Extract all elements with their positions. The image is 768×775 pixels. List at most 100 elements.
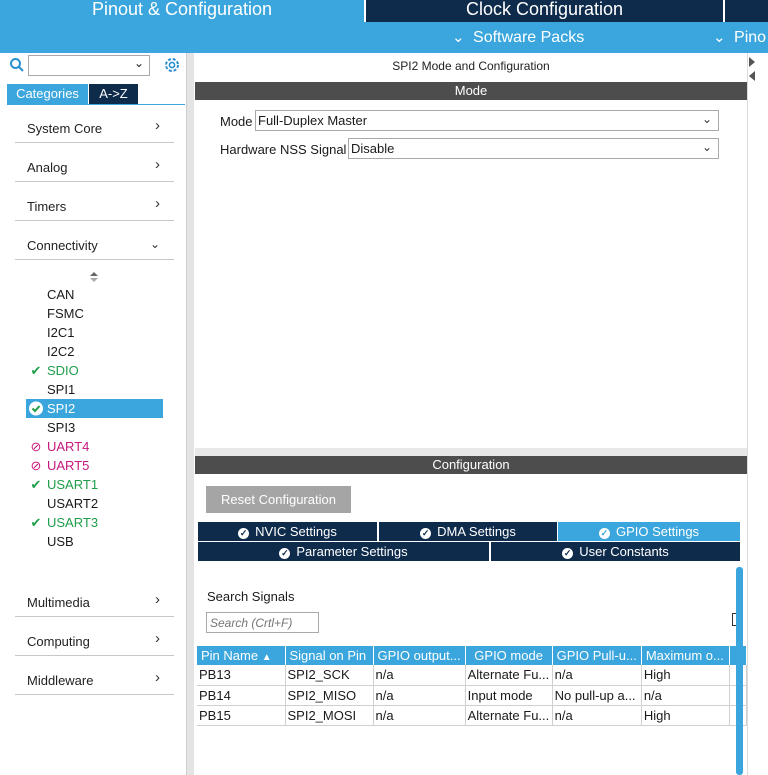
column-header-label: GPIO mode [474,648,543,663]
table-row[interactable]: PB14 SPI2_MISO n/a Input mode No pull-up… [197,685,747,706]
pinout-menu[interactable]: ⌄ Pino [713,22,766,53]
tab-a-to-z-label: A->Z [99,86,128,101]
tab-categories[interactable]: Categories [7,84,88,104]
sidebar-item-can[interactable]: CAN [26,285,163,304]
sidebar-splitter[interactable] [186,53,194,775]
reset-configuration-button[interactable]: Reset Configuration [206,486,351,513]
category-label: Timers [27,199,67,214]
check-circle-icon: ✓ [420,528,432,539]
column-header-gpio-pull[interactable]: GPIO Pull-u... [552,646,642,665]
tab-label: User Constants [579,544,669,559]
sidebar-item-uart4[interactable]: ⊘ UART4 [26,437,163,456]
tab-gpio-settings[interactable]: ✓ GPIO Settings [558,522,741,541]
column-header-signal[interactable]: Signal on Pin [285,646,374,665]
table-cell: High [641,665,730,686]
chevron-down-icon: ⌄ [452,29,465,46]
column-header-gpio-output[interactable]: GPIO output... [373,646,466,665]
sidebar-item-i2c2[interactable]: I2C2 [26,342,163,361]
sidebar-item-label: SDIO [47,363,79,378]
column-header-label: GPIO output... [377,648,461,663]
category-analog[interactable]: Analog › [15,152,174,182]
column-header-label: Maximum o... [645,648,724,663]
check-circle-icon: ✓ [279,548,291,559]
gear-icon[interactable] [163,56,181,74]
category-label: Connectivity [27,238,98,253]
check-icon: ✔ [30,363,42,378]
sidebar-item-sdio[interactable]: ✔ SDIO [26,361,163,380]
sidebar-item-label: SPI3 [47,420,76,435]
mode-panel-title: SPI2 Mode and Configuration [392,59,550,73]
table-row[interactable]: PB15 SPI2_MOSI n/a Alternate Fu... n/a H… [197,705,747,726]
reset-configuration-label: Reset Configuration [221,492,336,507]
table-header-row: Pin Name ▲ Signal on Pin GPIO output... … [197,646,747,665]
tab-clock-configuration[interactable]: Clock Configuration [366,0,723,22]
sub-menu-bar: ⌄ Software Packs ⌄ Pino [0,22,768,53]
check-circle-icon: ✓ [562,548,574,559]
column-header-label: Signal on Pin [289,648,367,663]
tab-parameter-settings[interactable]: ✓ Parameter Settings [198,542,490,561]
sidebar-item-usb[interactable]: USB [26,532,163,551]
tab-next[interactable] [725,0,768,22]
search-icon[interactable] [9,57,25,73]
search-signals-label: Search Signals [207,589,295,604]
tab-user-constants[interactable]: ✓ User Constants [491,542,741,561]
sidebar-item-i2c1[interactable]: I2C1 [26,323,163,342]
sidebar-item-label: SPI2 [47,401,76,416]
mode-section-header: Mode [195,82,747,100]
category-middleware[interactable]: Middleware › [15,665,174,695]
mode-select[interactable]: Full-Duplex Master ⌄ [255,110,719,131]
mode-label: Mode [220,114,253,129]
sidebar-item-label: USART1 [47,477,99,492]
sort-icon[interactable] [89,271,99,283]
table-cell: High [641,705,730,726]
category-label: Computing [27,634,90,649]
table-cell: n/a [373,705,466,726]
sidebar-item-spi2[interactable]: SPI2 [26,399,163,418]
category-connectivity[interactable]: Connectivity ⌄ [15,230,174,260]
table-cell: Alternate Fu... [465,705,553,726]
check-icon: ✔ [30,515,42,530]
sidebar-item-fsmc[interactable]: FSMC [26,304,163,323]
panel-divider[interactable] [195,448,747,456]
column-header-pin-name[interactable]: Pin Name ▲ [197,646,286,665]
category-multimedia[interactable]: Multimedia › [15,587,174,617]
sidebar-item-spi3[interactable]: SPI3 [26,418,163,437]
tab-dma-settings[interactable]: ✓ DMA Settings [379,522,558,541]
collapse-right-icon[interactable] [748,56,756,84]
category-computing[interactable]: Computing › [15,626,174,656]
category-search-dropdown[interactable]: ⌄ [28,55,150,76]
software-packs-menu[interactable]: ⌄ Software Packs [452,22,584,53]
nss-select[interactable]: Disable ⌄ [348,138,719,159]
category-timers[interactable]: Timers › [15,191,174,221]
table-cell: SPI2_SCK [285,665,374,686]
category-system-core[interactable]: System Core › [15,113,174,143]
column-header-maximum-output[interactable]: Maximum o... [641,646,730,665]
category-label: Analog [27,160,68,175]
tab-pinout-configuration-label: Pinout & Configuration [91,0,273,19]
disabled-icon: ⊘ [30,458,42,473]
sidebar-item-usart1[interactable]: ✔ USART1 [26,475,163,494]
search-signals-input[interactable] [206,612,319,633]
sidebar-item-uart5[interactable]: ⊘ UART5 [26,456,163,475]
chevron-down-icon: ⌄ [701,112,712,126]
signals-table: Pin Name ▲ Signal on Pin GPIO output... … [197,646,747,726]
column-header-gpio-mode[interactable]: GPIO mode [465,646,553,665]
check-icon: ✔ [30,477,42,492]
sidebar-item-label: USART3 [47,515,99,530]
column-header-label: GPIO Pull-u... [556,648,637,663]
config-scrollbar[interactable] [736,567,743,775]
check-circle-icon: ✓ [598,528,610,539]
sidebar-item-spi1[interactable]: SPI1 [26,380,163,399]
sidebar-item-label: SPI1 [47,382,76,397]
sidebar-item-label: UART5 [47,458,90,473]
sidebar-item-usart3[interactable]: ✔ USART3 [26,513,163,532]
chevron-down-icon: ⌄ [701,140,712,154]
check-circle-icon: ✓ [238,528,250,539]
table-row[interactable]: PB13 SPI2_SCK n/a Alternate Fu... n/a Hi… [197,665,747,686]
sidebar-item-usart2[interactable]: USART2 [26,494,163,513]
tab-label: DMA Settings [437,524,516,539]
chevron-right-icon: › [155,156,160,173]
tab-nvic-settings[interactable]: ✓ NVIC Settings [198,522,378,541]
tab-pinout-configuration[interactable]: Pinout & Configuration [0,0,364,22]
tab-a-to-z[interactable]: A->Z [89,84,138,104]
